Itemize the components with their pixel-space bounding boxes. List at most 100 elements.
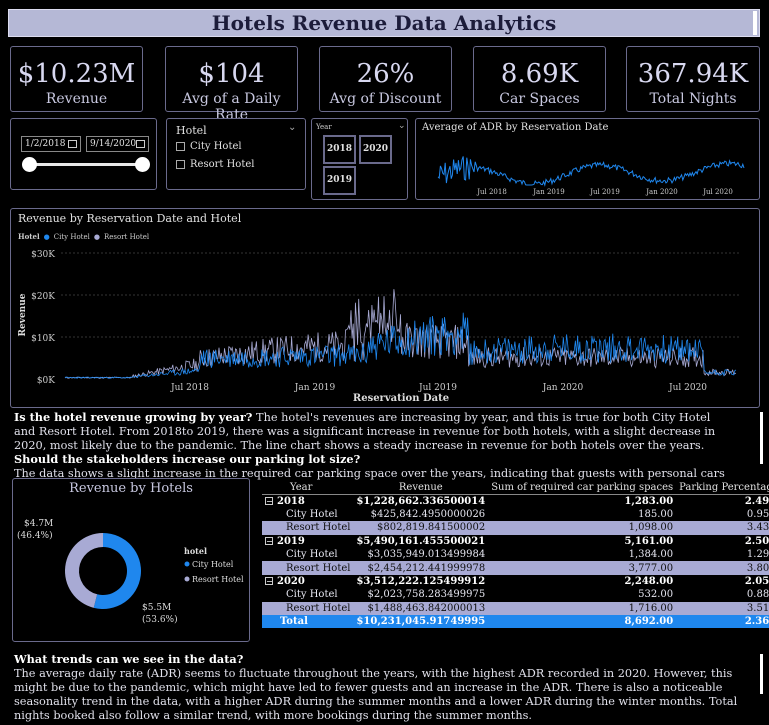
row-label: Resort Hotel [262,601,354,615]
donut-label-resort-pct: (46.4%) [17,530,53,541]
adr-x-tick: Jan 2020 [645,188,678,196]
cell-parking: 8,692.00 [488,614,677,629]
table-row[interactable]: City Hotel $425,842.4950000026 185.00 0.95% [262,508,769,521]
calendar-icon[interactable] [68,140,77,148]
year-option-2018[interactable]: 2018 [323,135,356,164]
cell-revenue: $3,035,949.013499984 [367,549,486,561]
end-date-value: 9/14/2020 [90,139,137,149]
kpi-card-revenue: $10.23M Revenue [10,46,143,112]
insight-scrollbar[interactable] [760,412,763,464]
table-row[interactable]: −2018$1,228,662.3365000141,283.002.49% [262,494,769,507]
kpi-card-daily-rate: $104 Avg of a Daily Rate [165,46,298,123]
date-range-slicer: 1/2/2018 9/14/2020 [10,118,157,190]
x-axis-label: Reservation Date [353,393,449,404]
column-header[interactable]: Parking Percentage [676,481,769,495]
table-row[interactable]: City Hotel $2,023,758.283499975 532.00 0.88… [262,588,769,601]
donut-chart-svg: $4.7M (46.4%) $5.5M (53.6%) hotel City H… [17,519,244,625]
adr-chart-svg: Jul 2018 Jan 2019 Jul 2019 Jan 2020 Jul … [437,156,745,196]
kpi-card-discount: 26% Avg of Discount [319,46,452,112]
cell-pct: 2.05% [744,575,769,587]
insight-question: Is the hotel revenue growing by year? [14,410,253,424]
kpi-label: Total Nights [649,91,737,107]
kpi-label: Car Spaces [499,91,580,107]
revenue-chart-svg: $30K $20K $10K $0K Revenue Jul 2018 Jan … [18,250,739,404]
table-row[interactable]: Total $10,231,045.917499958,692.002.36% [262,614,769,629]
year-option-2019[interactable]: 2019 [323,166,356,195]
table-row[interactable]: −2020$3,512,222.1254999122,248.002.05% [262,575,769,588]
end-date-input[interactable]: 9/14/2020 [86,136,149,152]
checkbox-icon[interactable] [176,142,185,151]
y-tick: $30K [31,250,55,260]
x-tick: Jul 2018 [170,383,209,393]
calendar-icon[interactable] [136,140,145,148]
table-row[interactable]: Resort Hotel $2,454,212.441999978 3,777.00… [262,561,769,575]
row-label: City Hotel [262,548,353,561]
cell-revenue: $425,842.4950000026 [370,508,486,520]
cell-parking: 1,384.00 [628,549,674,561]
start-date-input[interactable]: 1/2/2018 [21,136,81,152]
adr-x-tick: Jul 2019 [589,188,620,196]
date-range-track[interactable] [29,163,142,166]
insight-question: What trends can we see in the data? [14,652,244,666]
trends-scrollbar[interactable] [760,654,763,694]
table-row[interactable]: −2019$5,490,161.4555000215,161.002.50% [262,535,769,548]
table-header-row: Year Revenue Sum of required car parking… [262,481,769,495]
adr-x-tick: Jul 2018 [476,188,507,196]
hotel-option-city[interactable]: City Hotel [176,141,242,152]
column-header[interactable]: Year [262,481,354,495]
row-label-text: City Hotel [286,549,338,561]
row-label: −2018 [262,494,353,507]
collapse-icon[interactable]: − [265,496,273,505]
donut-label-resort: $4.7M [24,519,53,529]
row-label: City Hotel [262,588,353,601]
cell-pct: 3.80% [676,561,769,575]
column-header[interactable]: Revenue [353,481,489,495]
year-option-2020[interactable]: 2020 [359,135,392,164]
table-row[interactable]: Resort Hotel $802,819.841500002 1,098.00 3.… [262,521,769,535]
date-range-end-handle[interactable] [135,157,150,172]
cell-parking: 5,161.00 [624,535,674,547]
donut-label-city: $5.5M [142,603,171,613]
cell-pct: 3.51% [676,601,769,615]
insight-trends: What trends can we see in the data? The … [14,652,744,723]
page-title: Hotels Revenue Data Analytics [211,11,557,35]
kpi-value: 26% [356,59,415,89]
chevron-down-icon[interactable]: ⌄ [398,121,406,131]
adr-x-tick: Jan 2019 [532,188,565,196]
checkbox-icon[interactable] [176,160,185,169]
row-label-text: Resort Hotel [286,562,351,574]
table-row[interactable]: City Hotel $3,035,949.013499984 1,384.00 1.… [262,548,769,561]
chevron-down-icon[interactable]: ⌄ [288,122,296,133]
kpi-value: 8.69K [500,59,579,89]
collapse-icon[interactable]: − [265,576,273,585]
collapse-icon[interactable]: − [265,536,273,545]
kpi-label: Avg of Discount [329,91,442,107]
kpi-label: Revenue [45,91,108,107]
y-tick: $0K [37,376,55,386]
row-label-text: 2019 [277,535,305,547]
hotel-slicer-title: Hotel [176,124,207,137]
cell-revenue: $2,454,212.441999978 [353,561,489,575]
table-row[interactable]: Resort Hotel $1,488,463.842000013 1,716.00… [262,601,769,615]
row-label-text: City Hotel [286,589,338,601]
option-label: City Hotel [190,141,242,152]
title-scrollbar[interactable] [753,11,757,35]
kpi-value: $104 [198,59,265,89]
cell-parking: 3,777.00 [488,561,677,575]
row-label: Resort Hotel [262,561,354,575]
x-tick: Jul 2019 [418,383,457,393]
hotel-option-resort[interactable]: Resort Hotel [176,159,254,170]
revenue-chart-card: Revenue by Reservation Date and Hotel Ho… [10,208,760,408]
donut-legend-item: City Hotel [192,560,234,569]
row-label: City Hotel [262,508,353,521]
cell-pct: 0.88% [746,589,769,601]
cell-pct: 1.29% [746,549,769,561]
resort-revenue-line [64,289,737,379]
date-range-start-handle[interactable] [22,157,37,172]
y-tick: $20K [31,292,55,302]
cell-pct: 3.43% [676,521,769,535]
cell-revenue: $802,819.841500002 [353,521,489,535]
cell-parking: 1,098.00 [488,521,677,535]
column-header[interactable]: Sum of required car parking spaces [488,481,677,495]
row-label-text: Resort Hotel [286,602,351,614]
